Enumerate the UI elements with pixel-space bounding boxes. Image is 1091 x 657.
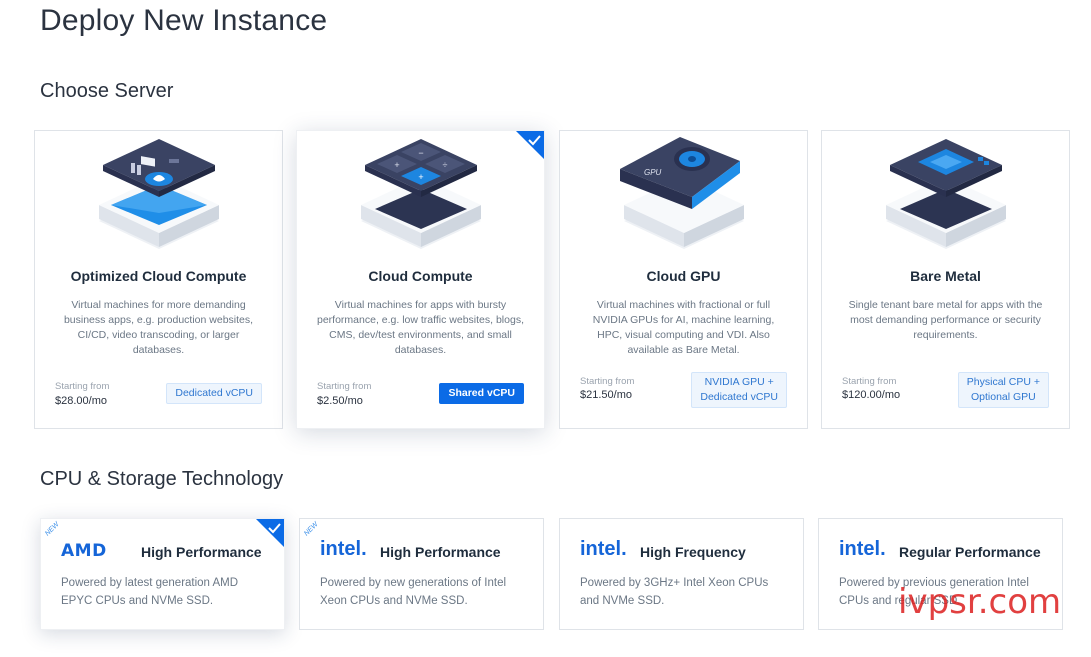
server-card-description: Single tenant bare metal for apps with t… [848,299,1043,341]
price-value: $120.00/mo [842,389,901,401]
selected-check-icon [516,131,544,159]
price-label: Starting from [55,381,110,392]
server-card-title: Cloud GPU [646,268,721,284]
cpu-type-tag: NVIDIA GPU + Dedicated vCPU [691,372,787,408]
intel-logo: intel. [580,538,627,560]
server-card-description: Virtual machines for apps with bursty pe… [317,299,524,356]
cpu-type-tag: Physical CPU + Optional GPU [957,372,1049,408]
tech-card-title: High Performance [141,544,262,560]
server-card-cloud-gpu[interactable]: GPU Cloud GPU Virtual machines with frac… [559,130,808,429]
server-card-title: Optimized Cloud Compute [70,268,247,284]
choose-server-heading: Choose Server [40,80,174,102]
amd-logo: AMD [61,541,107,561]
price-value: $2.50/mo [317,395,363,407]
tech-card-intel-high-frequency[interactable]: intel. High Frequency Powered by 3GHz+ I… [559,518,804,630]
tech-card-description: Powered by 3GHz+ Intel Xeon CPUs and NVM… [580,577,769,607]
cloud-compute-illustration: − ÷ + + [360,139,481,249]
server-card-description: Virtual machines with fractional or full… [592,299,775,356]
selected-check-icon [256,519,284,547]
cpu-storage-heading: CPU & Storage Technology [40,468,284,490]
price-value: $21.50/mo [580,389,632,401]
server-card-title: Cloud Compute [368,268,473,284]
server-card-description: Virtual machines for more demanding busi… [63,299,254,356]
svg-text:−: − [418,148,423,158]
server-card-optimized-cloud-compute[interactable]: Optimized Cloud Compute Virtual machines… [34,130,283,429]
server-card-bare-metal[interactable]: Bare Metal Single tenant bare metal for … [821,130,1070,429]
price-value: $28.00/mo [55,395,107,407]
svg-text:+: + [418,172,423,182]
tech-card-amd-high-performance[interactable]: NEW AMD High Performance Powered by late… [40,518,285,630]
tag-line: Dedicated vCPU [700,391,778,403]
tech-card-title: High Frequency [640,544,746,560]
gpu-chip-label: GPU [644,168,662,177]
cpu-type-tag: Dedicated vCPU [166,383,262,404]
tag-line: Physical CPU + [966,376,1040,388]
tech-card-description: Powered by latest generation AMD EPYC CP… [61,577,239,607]
tag-line: Optional GPU [970,391,1036,403]
server-card-title: Bare Metal [910,268,981,284]
tech-card-intel-high-performance[interactable]: NEW intel. High Performance Powered by n… [299,518,544,630]
tech-card-title: Regular Performance [899,544,1041,560]
bare-metal-illustration [885,139,1006,249]
tech-card-description: Powered by new generations of Intel Xeon… [320,577,507,607]
tech-card-description: Powered by previous generation Intel CPU… [839,577,1029,607]
tech-card-intel-regular-performance[interactable]: intel. Regular Performance Powered by pr… [818,518,1063,630]
price-label: Starting from [580,376,635,387]
cpu-type-tag: Shared vCPU [439,383,524,404]
svg-text:+: + [394,160,399,170]
intel-logo: intel. [320,538,367,560]
price-label: Starting from [317,381,372,392]
tech-card-title: High Performance [380,544,501,560]
page-title: Deploy New Instance [40,4,328,37]
server-card-cloud-compute[interactable]: − ÷ + + Cloud Compute Virtual machines f… [296,130,545,429]
price-label: Starting from [842,376,897,387]
cloud-gpu-illustration: GPU [619,137,744,249]
tag-line: NVIDIA GPU + [704,376,774,388]
optimized-compute-illustration [98,139,219,249]
svg-text:÷: ÷ [442,160,447,170]
intel-logo: intel. [839,538,886,560]
